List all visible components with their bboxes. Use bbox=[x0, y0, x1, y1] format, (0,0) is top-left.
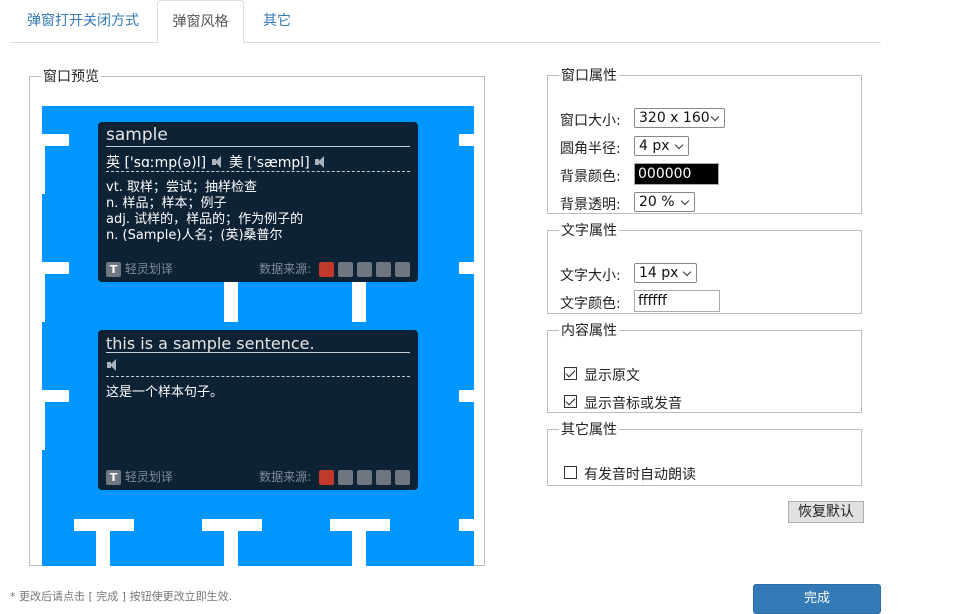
content-props-legend: 内容属性 bbox=[561, 323, 617, 339]
dict-source-icon[interactable] bbox=[338, 470, 353, 485]
data-sources: 数据来源: bbox=[259, 260, 410, 277]
text-color-input[interactable]: ffffff bbox=[634, 290, 720, 312]
preview-canvas: sample 英 ['sɑːmp(ə)l] 美 ['sæmpl] vt. 取样；… bbox=[42, 106, 474, 566]
source-label: 数据来源: bbox=[259, 470, 312, 484]
other-props-legend: 其它属性 bbox=[561, 422, 617, 438]
app-name: 轻灵划译 bbox=[124, 470, 173, 484]
reset-defaults-button[interactable]: 恢复默认 bbox=[788, 501, 864, 523]
sentence-translation: 这是一个样本句子。 bbox=[106, 385, 224, 400]
app-logo-icon: T bbox=[106, 262, 121, 277]
done-button[interactable]: 完成 bbox=[753, 584, 881, 614]
app-name: 轻灵划译 bbox=[124, 262, 173, 276]
phonetic-row: 英 ['sɑːmp(ə)l] 美 ['sæmpl] bbox=[106, 152, 328, 172]
text-color-label: 文字颜色: bbox=[560, 296, 621, 312]
tab-open-close-mode[interactable]: 弹窗打开关闭方式 bbox=[27, 0, 139, 43]
window-props-legend: 窗口属性 bbox=[561, 68, 617, 84]
bg-opacity-label: 背景透明: bbox=[560, 197, 621, 213]
phonetic-us: 美 ['sæmpl] bbox=[228, 155, 310, 171]
auto-read-label[interactable]: 有发音时自动朗读 bbox=[584, 464, 696, 484]
speaker-row bbox=[106, 358, 120, 374]
bg-opacity-select[interactable]: 20 % bbox=[634, 192, 695, 212]
window-props-fieldset: 窗口属性 窗口大小: 320 x 160 圆角半径: 4 px 背景颜色: 00… bbox=[547, 65, 862, 214]
divider bbox=[106, 352, 410, 353]
youdao-source-icon[interactable] bbox=[319, 262, 334, 277]
clipboard-source-icon[interactable] bbox=[376, 470, 391, 485]
bg-color-label: 背景颜色: bbox=[560, 169, 621, 185]
user-source-icon[interactable] bbox=[357, 470, 372, 485]
preview-fieldset: 窗口预览 sample 英 ['sɑːmp(ə)l] 美 ['sæmpl] vt… bbox=[29, 66, 485, 566]
translate-source-icon[interactable] bbox=[395, 262, 410, 277]
other-props-fieldset: 其它属性 有发音时自动朗读 bbox=[547, 419, 862, 486]
word-popup: sample 英 ['sɑːmp(ə)l] 美 ['sæmpl] vt. 取样；… bbox=[98, 122, 418, 282]
popup-footer: T 轻灵划译 数据来源: bbox=[106, 468, 410, 486]
window-size-select[interactable]: 320 x 160 bbox=[634, 108, 725, 128]
phonetic-uk: 英 ['sɑːmp(ə)l] bbox=[106, 155, 207, 171]
show-phonetic-label[interactable]: 显示音标或发音 bbox=[584, 393, 682, 413]
bg-color-input[interactable]: 000000 bbox=[634, 163, 719, 185]
translate-source-icon[interactable] bbox=[395, 470, 410, 485]
auto-read-checkbox[interactable] bbox=[564, 466, 577, 479]
show-original-label[interactable]: 显示原文 bbox=[584, 365, 640, 385]
divider bbox=[106, 146, 410, 147]
speaker-icon[interactable] bbox=[106, 358, 120, 372]
text-props-fieldset: 文字属性 文字大小: 14 px 文字颜色: ffffff bbox=[547, 220, 862, 314]
font-size-label: 文字大小: bbox=[560, 268, 621, 284]
dashed-divider bbox=[106, 171, 410, 172]
corner-radius-select[interactable]: 4 px bbox=[634, 136, 689, 156]
user-source-icon[interactable] bbox=[357, 262, 372, 277]
preview-legend: 窗口预览 bbox=[43, 69, 99, 85]
show-phonetic-checkbox[interactable] bbox=[564, 395, 577, 408]
text-props-legend: 文字属性 bbox=[561, 223, 617, 239]
dict-source-icon[interactable] bbox=[338, 262, 353, 277]
youdao-source-icon[interactable] bbox=[319, 470, 334, 485]
content-props-fieldset: 内容属性 显示原文 显示音标或发音 bbox=[547, 320, 862, 413]
tab-other[interactable]: 其它 bbox=[263, 0, 291, 43]
tab-popup-style[interactable]: 弹窗风格 bbox=[157, 0, 244, 44]
popup-word: sample bbox=[106, 125, 168, 145]
tab-bar: 弹窗打开关闭方式 弹窗风格 其它 bbox=[10, 0, 881, 44]
definition-line: n. (Sample)人名；(英)桑普尔 bbox=[106, 228, 283, 243]
clipboard-source-icon[interactable] bbox=[376, 262, 391, 277]
sentence-popup: this is a sample sentence. 这是一个样本句子。 T 轻… bbox=[98, 330, 418, 490]
popup-footer: T 轻灵划译 数据来源: bbox=[106, 260, 410, 278]
speaker-icon[interactable] bbox=[314, 155, 328, 169]
font-size-select[interactable]: 14 px bbox=[634, 263, 697, 283]
speaker-icon[interactable] bbox=[211, 155, 225, 169]
show-original-checkbox[interactable] bbox=[564, 367, 577, 380]
footer-note: * 更改后请点击 [ 完成 ] 按钮使更改立即生效. bbox=[10, 590, 233, 603]
data-sources: 数据来源: bbox=[259, 468, 410, 485]
dashed-divider bbox=[106, 376, 410, 377]
corner-radius-label: 圆角半径: bbox=[560, 141, 621, 157]
popup-sentence: this is a sample sentence. bbox=[106, 334, 315, 353]
source-label: 数据来源: bbox=[259, 262, 312, 276]
window-size-label: 窗口大小: bbox=[560, 113, 621, 129]
app-logo-icon: T bbox=[106, 470, 121, 485]
